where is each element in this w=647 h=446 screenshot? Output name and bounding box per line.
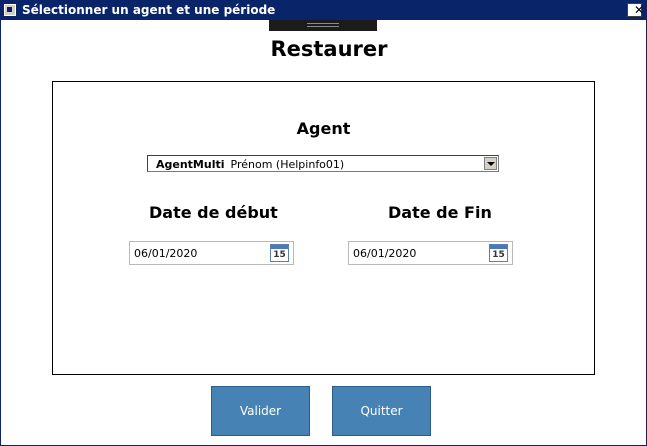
resize-grip[interactable] <box>269 20 377 31</box>
agent-select-value-bold: AgentMulti <box>156 158 225 171</box>
dropdown-arrow-icon[interactable] <box>484 157 497 170</box>
close-button[interactable]: ✕ <box>627 3 644 17</box>
title-bar[interactable]: Sélectionner un agent et une période ✕ <box>1 1 646 20</box>
calendar-icon[interactable]: 15 <box>270 244 289 262</box>
end-date-input[interactable] <box>353 245 473 261</box>
calendar-icon-day: 15 <box>273 250 286 260</box>
start-date-label: Date de début <box>149 203 278 222</box>
calendar-icon-day: 15 <box>492 250 505 260</box>
dialog-window: Sélectionner un agent et une période ✕ R… <box>0 0 647 446</box>
start-date-picker: 15 <box>129 241 294 265</box>
agent-select-value-rest: Prénom (Helpinfo01) <box>230 158 345 171</box>
quit-button[interactable]: Quitter <box>332 386 431 436</box>
agent-label: Agent <box>296 119 351 138</box>
start-date-input[interactable] <box>134 245 254 261</box>
agent-select[interactable]: AgentMulti Prénom (Helpinfo01) <box>147 155 499 172</box>
page-title: Restaurer <box>270 37 388 61</box>
validate-button[interactable]: Valider <box>211 386 310 436</box>
agent-select-value: AgentMulti Prénom (Helpinfo01) <box>156 158 344 171</box>
window-title: Sélectionner un agent et une période <box>22 3 276 17</box>
end-date-picker: 15 <box>348 241 513 265</box>
selection-panel: Agent AgentMulti Prénom (Helpinfo01) Date… <box>52 81 595 375</box>
end-date-label: Date de Fin <box>388 203 492 222</box>
app-icon <box>4 4 16 16</box>
calendar-icon[interactable]: 15 <box>489 244 508 262</box>
